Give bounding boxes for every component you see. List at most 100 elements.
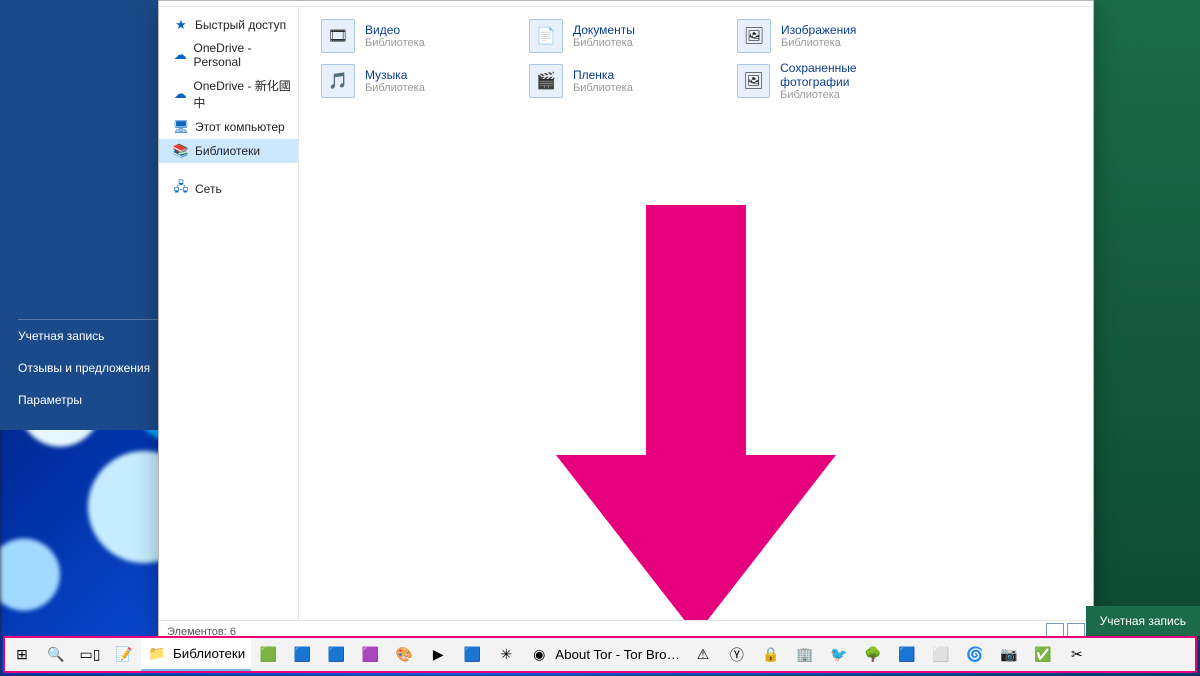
library-item[interactable]: 📄 ДокументыБиблиотека xyxy=(529,19,717,53)
search-button-icon: 🔍 xyxy=(46,645,66,665)
library-icon: 🎬 xyxy=(529,64,563,98)
library-subtitle: Библиотека xyxy=(781,37,856,49)
taskbar-taskview-button[interactable]: ▭▯ xyxy=(73,638,107,671)
taskbar-warning[interactable]: ⚠ xyxy=(686,638,720,671)
app-swoosh-icon: 🌀 xyxy=(965,645,985,665)
app-word-icon: 🟦 xyxy=(292,645,312,665)
library-item[interactable]: 🎵МузыкаБиблиотека xyxy=(321,61,509,101)
taskbar-lock-app[interactable]: 🔒 xyxy=(754,638,788,671)
yandex-icon: Ⓨ xyxy=(727,645,747,665)
taskbar-app-swoosh[interactable]: 🌀 xyxy=(958,638,992,671)
nav-item-pc[interactable]: 🖥 Этот компьютер xyxy=(159,115,298,139)
start-menu-item[interactable]: Параметры xyxy=(0,384,178,416)
library-item[interactable]: 🎞ВидеоБиблиотека xyxy=(321,19,509,53)
taskbar-snip[interactable]: ✂ xyxy=(1060,638,1094,671)
library-subtitle: Библиотека xyxy=(573,82,633,94)
taskbar-app-teal[interactable]: 🟦 xyxy=(319,638,353,671)
od-icon: ☁ xyxy=(173,47,188,63)
taskbar-app-green[interactable]: 🟩 xyxy=(251,638,285,671)
taskbar-app-d[interactable]: 🟦 xyxy=(890,638,924,671)
taskbar-instagram[interactable]: 📷 xyxy=(992,638,1026,671)
taskbar-explorer[interactable]: 📁 Библиотеки xyxy=(141,638,251,671)
nav-item-quick[interactable]: ★ Быстрый доступ xyxy=(159,13,298,37)
explorer-icon: 📁 xyxy=(147,644,167,664)
library-subtitle: Библиотека xyxy=(365,37,425,49)
nav-label: OneDrive - Personal xyxy=(194,41,293,69)
instagram-icon: 📷 xyxy=(999,645,1019,665)
account-tile[interactable]: Учетная запись xyxy=(1086,606,1200,636)
start-menu-item[interactable]: Учетная запись xyxy=(0,320,178,352)
nav-label: OneDrive - 新化國中 xyxy=(193,77,292,111)
nav-label: Сеть xyxy=(195,182,222,196)
taskbar[interactable]: ⊞ 🔍 ▭▯ 📝 📁 Библиотеки 🟩 🟦 🟦 🟪 🎨 ▶ 🟦 ✳ ◉ About Tor - Tor… xyxy=(5,638,1195,671)
library-name: Изображения xyxy=(781,23,856,37)
od-icon: ☁ xyxy=(173,86,187,102)
library-item[interactable]: 🖼 Сохраненные фотографииБиблиотека xyxy=(737,61,925,101)
nav-item-net[interactable]: 🖧 Сеть xyxy=(159,177,298,201)
library-icon: 🖼 xyxy=(737,64,770,98)
nav-label: Библиотеки xyxy=(195,144,260,158)
annotation-arrow-icon xyxy=(536,205,856,620)
colibri-icon: 🐦 xyxy=(829,645,849,665)
quick-icon: ★ xyxy=(173,17,189,33)
taskbar-tree[interactable]: 🌳 xyxy=(856,638,890,671)
net-icon: 🖧 xyxy=(173,181,189,197)
taskbar-app-blue2[interactable]: 🟦 xyxy=(455,638,489,671)
library-icon: 🎵 xyxy=(321,64,355,98)
taskbar-label: About Tor - Tor Bro… xyxy=(555,647,680,662)
library-subtitle: Библиотека xyxy=(780,89,925,101)
library-name: Пленка xyxy=(573,68,633,82)
taskbar-app-orange[interactable]: 🎨 xyxy=(387,638,421,671)
file-explorer-window: ★ Быстрый доступ ☁ OneDrive - Personal ☁ OneD… xyxy=(158,0,1094,643)
taskbar-app-cyan[interactable]: 🏢 xyxy=(788,638,822,671)
taskview-button-icon: ▭▯ xyxy=(80,645,100,665)
app-orange-icon: 🎨 xyxy=(394,645,414,665)
library-icon: 🖼 xyxy=(737,19,771,53)
nav-item-od[interactable]: ☁ OneDrive - 新化國中 xyxy=(159,73,298,115)
taskbar-start-button[interactable]: ⊞ xyxy=(5,638,39,671)
taskbar-tor-browser[interactable]: ◉ About Tor - Tor Bro… xyxy=(523,638,686,671)
app-teal-icon: 🟦 xyxy=(326,645,346,665)
nav-label: Быстрый доступ xyxy=(195,18,286,32)
taskbar-search-button[interactable]: 🔍 xyxy=(39,638,73,671)
app-purple-icon: 🟪 xyxy=(360,645,380,665)
library-icon: 🎞 xyxy=(321,19,355,53)
taskbar-sticky-notes[interactable]: 📝 xyxy=(107,638,141,671)
snip-icon: ✂ xyxy=(1067,645,1087,665)
lock-app-icon: 🔒 xyxy=(761,645,781,665)
taskbar-app-purple[interactable]: 🟪 xyxy=(353,638,387,671)
library-name: Документы xyxy=(573,23,635,37)
taskbar-colibri[interactable]: 🐦 xyxy=(822,638,856,671)
start-menu-panel: Учетная записьОтзывы и предложенияПараме… xyxy=(0,0,178,430)
desktop-wallpaper-right xyxy=(1080,0,1200,640)
library-item[interactable]: 🖼 ИзображенияБиблиотека xyxy=(737,19,925,53)
warning-icon: ⚠ xyxy=(693,645,713,665)
nav-item-lib[interactable]: 📚 Библиотеки xyxy=(159,139,298,163)
start-menu-item[interactable]: Отзывы и предложения xyxy=(0,352,178,384)
taskbar-label: Библиотеки xyxy=(173,646,245,661)
content-pane[interactable]: 🎞ВидеоБиблиотека📄ДокументыБиблиотека🖼Изо… xyxy=(299,7,1093,620)
app-dark-icon: ✳ xyxy=(496,645,516,665)
taskbar-media-player[interactable]: ▶ xyxy=(421,638,455,671)
library-subtitle: Библиотека xyxy=(573,37,635,49)
navigation-pane[interactable]: ★ Быстрый доступ ☁ OneDrive - Personal ☁ OneD… xyxy=(159,7,299,620)
app-d-icon: 🟦 xyxy=(897,645,917,665)
tor-browser-icon: ◉ xyxy=(529,645,549,665)
sticky-notes-icon: 📝 xyxy=(114,645,134,665)
pc-icon: 🖥 xyxy=(173,119,189,135)
app-green-icon: 🟩 xyxy=(258,645,278,665)
todo-icon: ✅ xyxy=(1033,645,1053,665)
library-subtitle: Библиотека xyxy=(365,82,425,94)
library-name: Сохраненные фотографии xyxy=(780,61,925,89)
lib-icon: 📚 xyxy=(173,143,189,159)
taskbar-app-dark[interactable]: ✳ xyxy=(489,638,523,671)
library-icon: 📄 xyxy=(529,19,563,53)
nav-item-od[interactable]: ☁ OneDrive - Personal xyxy=(159,37,298,73)
library-item[interactable]: 🎬 ПленкаБиблиотека xyxy=(529,61,717,101)
taskbar-yandex[interactable]: Ⓨ xyxy=(720,638,754,671)
media-player-icon: ▶ xyxy=(428,645,448,665)
taskbar-app-white[interactable]: ⬜ xyxy=(924,638,958,671)
taskbar-todo[interactable]: ✅ xyxy=(1026,638,1060,671)
taskbar-app-word[interactable]: 🟦 xyxy=(285,638,319,671)
nav-label: Этот компьютер xyxy=(195,120,285,134)
